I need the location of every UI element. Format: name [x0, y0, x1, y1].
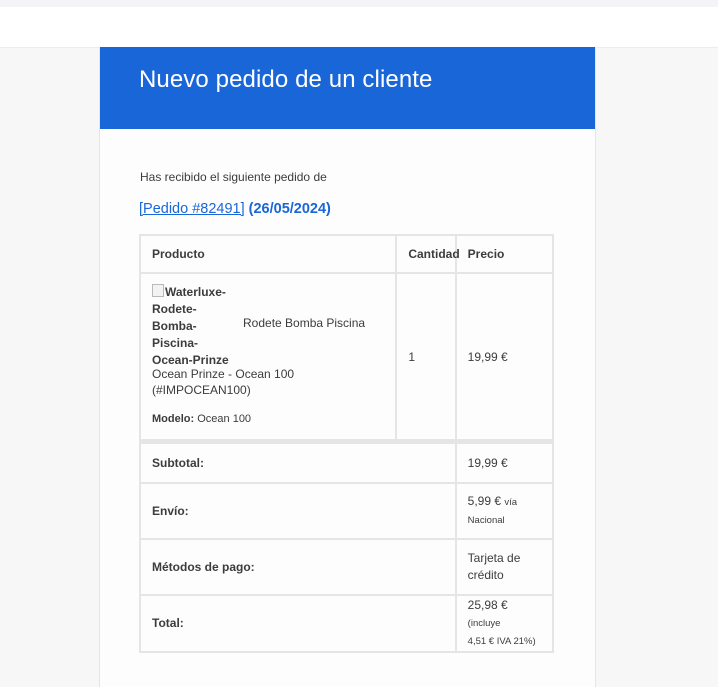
broken-image-icon [152, 284, 164, 297]
email-container: Nuevo pedido de un cliente Has recibido … [99, 47, 596, 687]
model-label: Modelo: [152, 413, 195, 425]
total-row: Total: 25,98 € (incluye 4,51 € IVA 21%) [139, 593, 555, 653]
shipping-row: Envío: 5,99 € vía Nacional [139, 481, 555, 540]
shipping-via: vía [504, 496, 518, 508]
email-title: Nuevo pedido de un cliente [139, 66, 433, 93]
header-price: Precio [454, 234, 555, 274]
top-bar [0, 7, 718, 48]
header-product: Producto [138, 234, 398, 274]
product-image-alt: Waterluxe- Rodete- Bomba- Piscina- Ocean… [152, 284, 232, 369]
alt-line: Piscina- [152, 336, 199, 350]
shipping-value-cell: 5,99 € vía Nacional [454, 481, 555, 540]
table-header-row: Producto Cantidad Precio [138, 234, 555, 274]
total-note-1: (incluye [467, 617, 501, 629]
top-strip [0, 0, 718, 7]
order-heading: [Pedido #82491] (26/05/2024) [139, 201, 331, 217]
alt-line: Bomba- [152, 319, 197, 333]
alt-line: Rodete- [152, 302, 197, 316]
subtotal-row: Subtotal: 19,99 € [139, 439, 555, 484]
shipping-method: Nacional [467, 514, 505, 526]
product-cell: Waterluxe- Rodete- Bomba- Piscina- Ocean… [138, 272, 398, 443]
product-model: Modelo: Ocean 100 [152, 413, 251, 425]
alt-line: Ocean-Prinze [152, 353, 229, 367]
payment-row: Métodos de pago: Tarjeta de crédito [139, 537, 555, 596]
total-value: 25,98 € [467, 597, 508, 612]
order-link[interactable]: [Pedido #82491] [139, 201, 245, 217]
payment-label: Métodos de pago: [139, 537, 457, 596]
subtotal-label: Subtotal: [139, 439, 457, 484]
order-date: (26/05/2024) [248, 201, 331, 217]
product-quantity: 1 [395, 272, 457, 443]
total-value-cell: 25,98 € (incluye 4,51 € IVA 21%) [454, 593, 555, 653]
order-table: Producto Cantidad Precio Waterluxe- Rode… [138, 234, 555, 653]
total-note-2: 4,51 € IVA 21%) [467, 635, 536, 647]
total-label: Total: [139, 593, 457, 653]
product-variant: Ocean Prinze - Ocean 100 (#IMPOCEAN100) [152, 367, 295, 397]
shipping-value: 5,99 € [467, 493, 502, 508]
intro-text: Has recibido el siguiente pedido de [140, 170, 327, 184]
model-value: Ocean 100 [197, 413, 252, 425]
shipping-label: Envío: [139, 481, 457, 540]
product-name: Rodete Bomba Piscina [243, 316, 366, 330]
email-header: Nuevo pedido de un cliente [100, 47, 595, 129]
table-row: Waterluxe- Rodete- Bomba- Piscina- Ocean… [138, 272, 555, 443]
subtotal-value: 19,99 € [454, 439, 555, 484]
product-price: 19,99 € [454, 272, 555, 443]
header-quantity: Cantidad [395, 234, 460, 274]
alt-line: Waterluxe- [165, 285, 226, 299]
payment-value: Tarjeta de crédito [454, 537, 555, 596]
